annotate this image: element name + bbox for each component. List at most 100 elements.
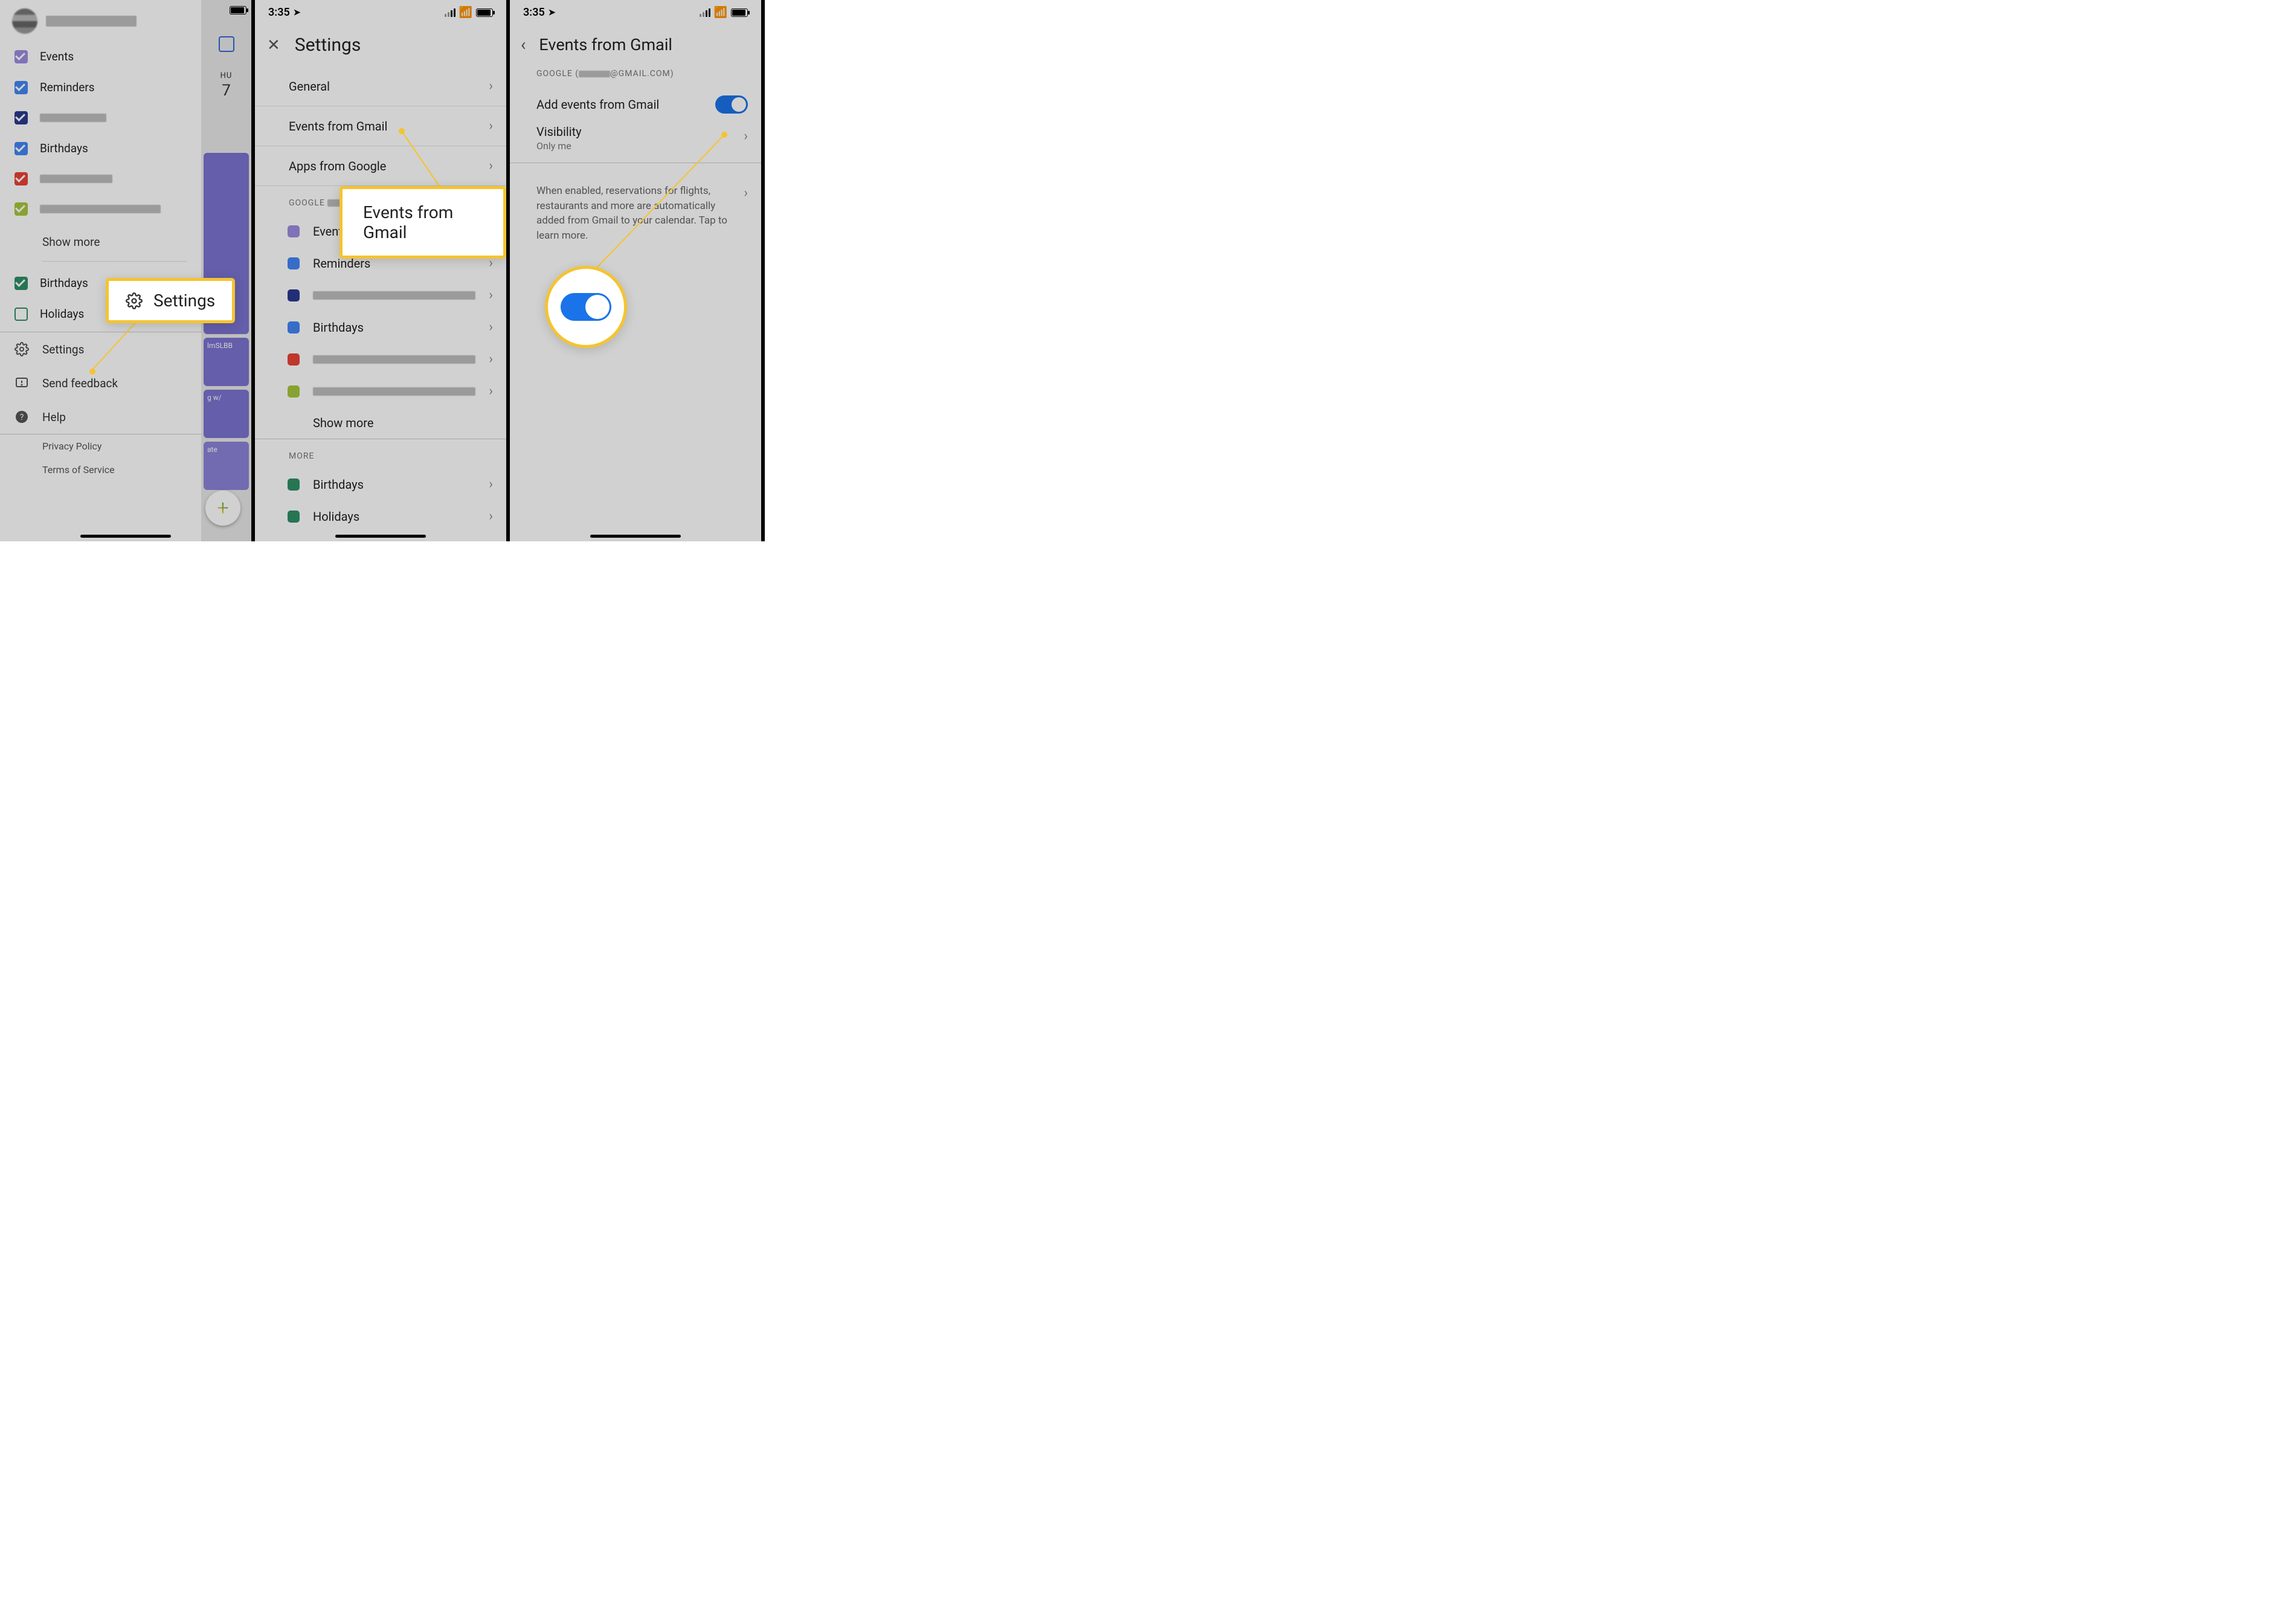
calendar-toggle-item[interactable] (0, 103, 201, 133)
fab-add-button[interactable]: + (205, 491, 240, 526)
checkbox[interactable] (14, 142, 28, 155)
checkbox[interactable] (14, 172, 28, 185)
privacy-policy-link[interactable]: Privacy Policy (0, 434, 201, 458)
calendar-color-indicator (288, 385, 300, 398)
calendar-color-indicator (288, 289, 300, 301)
setting-row-add-events[interactable]: Add events from Gmail (510, 88, 761, 121)
sidebar-item-help[interactable]: ? Help (0, 400, 201, 434)
calendar-icon (219, 36, 234, 52)
calendar-toggle-item[interactable] (0, 194, 201, 224)
calendar-name: Birthdays (40, 276, 88, 290)
calendar-name: Birthdays (40, 141, 88, 155)
terms-of-service-link[interactable]: Terms of Service (0, 458, 201, 482)
signal-icon (700, 8, 710, 17)
svg-text:?: ? (20, 413, 24, 422)
account-label: GOOGLE (@GMAIL.COM) (510, 65, 761, 88)
setting-description: When enabled, reservations for flights, … (536, 184, 733, 243)
callout-events-from-gmail: Events from Gmail (339, 186, 506, 259)
avatar (12, 8, 37, 34)
wifi-icon: 📶 (714, 6, 727, 19)
checkbox[interactable] (14, 202, 28, 216)
calendar-event: lmSLBB (204, 338, 249, 386)
calendar-name-redacted (313, 355, 475, 364)
calendar-color-indicator (288, 257, 300, 269)
settings-row[interactable]: Events from Gmail › (255, 106, 506, 146)
show-more-link[interactable]: Show more (0, 227, 201, 257)
calendar-name: Birthdays (313, 320, 475, 335)
sidebar-item-settings[interactable]: Settings (0, 332, 201, 366)
setting-label: Visibility (536, 124, 582, 139)
home-indicator (80, 535, 171, 538)
panel-settings-list: 3:35➤ 📶 ✕ Settings General›Events from G… (255, 0, 510, 541)
home-indicator (335, 535, 426, 538)
divider (42, 261, 187, 262)
calendar-toggle-item[interactable]: Reminders (0, 72, 201, 103)
calendar-name-redacted (40, 175, 112, 183)
calendar-toggle-item[interactable]: Events (0, 41, 201, 72)
section-header-more: MORE (255, 439, 506, 468)
account-header[interactable] (0, 0, 201, 39)
calendar-settings-row[interactable]: › (255, 343, 506, 375)
calendar-settings-row[interactable]: › (255, 375, 506, 407)
weekday-label: HU (220, 71, 233, 80)
navigation-drawer: Events Reminders Birthdays Show more Birth… (0, 0, 201, 541)
help-icon: ? (14, 410, 29, 424)
chevron-right-icon: › (489, 477, 493, 492)
settings-row[interactable]: Apps from Google› (255, 146, 506, 186)
calendar-color-indicator (288, 478, 300, 491)
checkbox[interactable] (14, 308, 28, 321)
setting-description-row[interactable]: When enabled, reservations for flights, … (510, 163, 761, 243)
calendar-toggle-item[interactable]: Birthdays (0, 133, 201, 164)
calendar-name-redacted (313, 387, 475, 396)
checkbox[interactable] (14, 50, 28, 63)
calendar-name: Reminders (40, 80, 95, 94)
callout-settings: Settings (106, 278, 235, 323)
sidebar-item-label: Send feedback (42, 376, 118, 390)
chevron-right-icon: › (489, 118, 493, 134)
battery-icon (731, 8, 748, 17)
back-icon[interactable]: ‹ (521, 34, 526, 54)
checkbox[interactable] (14, 81, 28, 94)
wifi-icon: 📶 (459, 6, 472, 19)
calendar-settings-row[interactable]: › (255, 279, 506, 311)
toggle-switch[interactable] (715, 95, 748, 114)
calendar-name-redacted (313, 291, 475, 300)
close-icon[interactable]: ✕ (267, 36, 280, 54)
status-bar (201, 0, 251, 18)
calendar-settings-row[interactable]: Birthdays› (255, 311, 506, 343)
settings-row-label: General (289, 79, 330, 94)
page-title: Settings (295, 34, 361, 56)
setting-value: Only me (536, 140, 582, 152)
location-icon: ➤ (294, 8, 301, 18)
home-indicator (590, 535, 681, 538)
chevron-right-icon: › (744, 184, 748, 243)
calendar-color-indicator (288, 321, 300, 334)
panel-events-from-gmail: 3:35➤ 📶 ‹ Events from Gmail GOOGLE (@GMA… (510, 0, 765, 541)
battery-icon (476, 8, 493, 17)
toggle-switch (561, 293, 611, 321)
calendar-settings-row[interactable]: Holidays› (255, 500, 506, 532)
settings-row-label: Events from Gmail (289, 119, 387, 134)
checkbox[interactable] (14, 277, 28, 290)
gear-icon (14, 342, 29, 356)
chevron-right-icon: › (489, 352, 493, 367)
sidebar-item-feedback[interactable]: Send feedback (0, 366, 201, 400)
location-icon: ➤ (549, 8, 556, 18)
checkbox[interactable] (14, 111, 28, 124)
settings-row[interactable]: General› (255, 66, 506, 106)
account-name-redacted (46, 16, 137, 27)
sidebar-item-label: Settings (42, 343, 84, 356)
background-calendar-sliver: HU 7 lmSLBB g w/ ate + (201, 0, 251, 541)
chevron-right-icon: › (489, 158, 493, 173)
gear-icon (126, 292, 143, 309)
show-more-link[interactable]: Show more (255, 407, 506, 439)
callout-label: Events from Gmail (363, 202, 483, 242)
sidebar-item-label: Help (42, 410, 66, 424)
calendar-name: Events (40, 50, 74, 63)
calendar-settings-row[interactable]: Birthdays › (255, 468, 506, 500)
status-bar: 3:35➤ 📶 (255, 0, 506, 22)
calendar-color-indicator (288, 511, 300, 523)
callout-toggle (545, 266, 627, 348)
calendar-toggle-item[interactable] (0, 164, 201, 194)
calendar-name: Birthdays (313, 477, 475, 492)
